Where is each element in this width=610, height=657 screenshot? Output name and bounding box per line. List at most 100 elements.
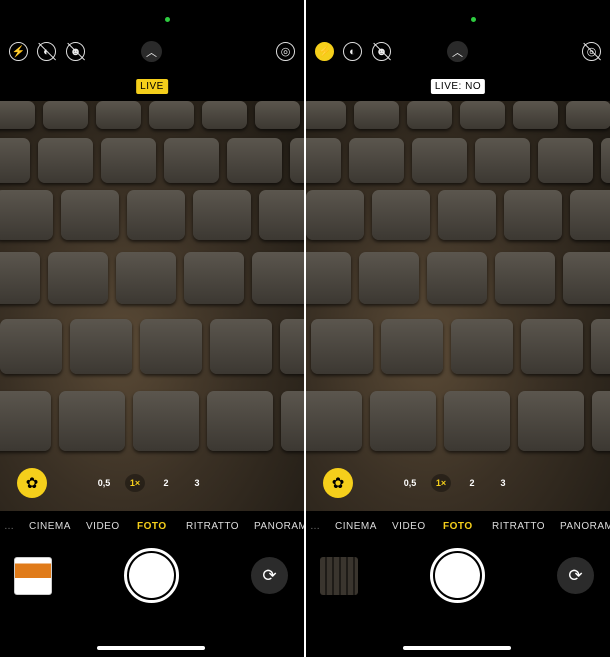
zoom-1x[interactable]: 1× bbox=[431, 474, 451, 492]
keyboard-key bbox=[349, 138, 404, 183]
mode-cinema[interactable]: CINEMA bbox=[29, 521, 71, 532]
keyboard-key bbox=[184, 252, 244, 304]
keyboard-key bbox=[101, 138, 156, 183]
mode-foto[interactable]: FOTO bbox=[137, 521, 167, 532]
mode-ritratto[interactable]: RITRATTO bbox=[186, 521, 239, 532]
keyboard-key bbox=[306, 252, 351, 304]
night-mode-off-icon[interactable]: ◐ bbox=[37, 42, 56, 61]
keyboard-key bbox=[133, 391, 199, 451]
keyboard-key bbox=[566, 101, 610, 129]
mode-ritratto[interactable]: RITRATTO bbox=[492, 521, 545, 532]
keyboard-key bbox=[290, 138, 304, 183]
home-indicator[interactable] bbox=[403, 646, 511, 650]
keyboard-key bbox=[61, 190, 119, 240]
keyboard-key bbox=[259, 190, 304, 240]
keyboard-key bbox=[116, 252, 176, 304]
keyboard-key bbox=[438, 190, 496, 240]
keyboard-key bbox=[202, 101, 247, 129]
keyboard-key bbox=[96, 101, 141, 129]
keyboard-key bbox=[591, 319, 610, 374]
keyboard-key bbox=[255, 101, 300, 129]
keyboard-key bbox=[0, 252, 40, 304]
zoom-0-5[interactable]: 0,5 bbox=[94, 474, 114, 492]
camera-in-use-indicator bbox=[165, 17, 170, 22]
keyboard-key bbox=[164, 138, 219, 183]
keyboard-key bbox=[193, 190, 251, 240]
mode-panoramica[interactable]: PANORAMICA bbox=[254, 521, 304, 532]
keyboard-key bbox=[518, 391, 584, 451]
mode-video[interactable]: VIDEO bbox=[392, 521, 426, 532]
keyboard-key bbox=[359, 252, 419, 304]
night-mode-icon[interactable]: ◐ bbox=[343, 42, 362, 61]
switch-camera-icon[interactable]: ⟳ bbox=[251, 557, 288, 594]
viewfinder[interactable] bbox=[0, 101, 304, 511]
keyboard-key bbox=[149, 101, 194, 129]
zoom-3x[interactable]: 3 bbox=[187, 474, 207, 492]
mode-prev[interactable]: … bbox=[310, 521, 321, 532]
mode-prev[interactable]: … bbox=[4, 521, 15, 532]
mode-selector[interactable]: … CINEMA VIDEO FOTO RITRATTO PANORAMICA bbox=[0, 521, 304, 535]
keyboard-key bbox=[280, 319, 304, 374]
switch-camera-icon[interactable]: ⟳ bbox=[557, 557, 594, 594]
keyboard-key bbox=[70, 319, 132, 374]
keyboard-key bbox=[372, 190, 430, 240]
keyboard-key bbox=[210, 319, 272, 374]
last-photo-thumbnail[interactable] bbox=[320, 557, 358, 595]
mode-panoramica[interactable]: PANORAMICA bbox=[560, 521, 610, 532]
flash-icon[interactable]: ⚡ bbox=[9, 42, 28, 61]
keyboard-key bbox=[412, 138, 467, 183]
keyboard-key bbox=[227, 138, 282, 183]
home-indicator[interactable] bbox=[97, 646, 205, 650]
keyboard-key bbox=[306, 138, 341, 183]
keyboard-key bbox=[38, 138, 93, 183]
keyboard-key bbox=[381, 319, 443, 374]
live-badge: LIVE: NO bbox=[430, 79, 486, 94]
keyboard-key bbox=[252, 252, 304, 304]
live-badge: LIVE bbox=[136, 79, 168, 94]
camera-screen-live-off: ⚡ ◐ ☻ ︿ ◎ LIVE: NO ✿ 0,5 1× 2 3 … CINEMA… bbox=[306, 0, 610, 657]
keyboard-key bbox=[504, 190, 562, 240]
keyboard-key bbox=[475, 138, 530, 183]
keyboard-key bbox=[570, 190, 610, 240]
keyboard-key bbox=[127, 190, 185, 240]
macro-flower-icon[interactable]: ✿ bbox=[323, 468, 353, 498]
shutter-button[interactable] bbox=[124, 548, 179, 603]
zoom-1x[interactable]: 1× bbox=[125, 474, 145, 492]
keyboard-key bbox=[0, 101, 35, 129]
mode-video[interactable]: VIDEO bbox=[86, 521, 120, 532]
chevron-up-icon[interactable]: ︿ bbox=[141, 41, 162, 62]
live-photo-icon[interactable]: ◎ bbox=[276, 42, 295, 61]
mode-cinema[interactable]: CINEMA bbox=[335, 521, 377, 532]
zoom-2x[interactable]: 2 bbox=[462, 474, 482, 492]
mode-selector[interactable]: … CINEMA VIDEO FOTO RITRATTO PANORAMICA bbox=[306, 521, 610, 535]
keyboard-key bbox=[592, 391, 610, 451]
live-photo-off-icon[interactable]: ◎ bbox=[582, 42, 601, 61]
keyboard-key bbox=[0, 391, 51, 451]
camera-screen-live-on: ⚡ ◐ ☻ ︿ ◎ LIVE ✿ 0,5 1× 2 3 … CINEMA VID… bbox=[0, 0, 304, 657]
keyboard-key bbox=[281, 391, 304, 451]
shared-library-off-icon[interactable]: ☻ bbox=[66, 42, 85, 61]
keyboard-key bbox=[563, 252, 610, 304]
camera-in-use-indicator bbox=[471, 17, 476, 22]
last-photo-thumbnail[interactable] bbox=[14, 557, 52, 595]
keyboard-key bbox=[306, 391, 362, 451]
chevron-up-icon[interactable]: ︿ bbox=[447, 41, 468, 62]
viewfinder[interactable] bbox=[306, 101, 610, 511]
keyboard-key bbox=[59, 391, 125, 451]
keyboard-key bbox=[601, 138, 610, 183]
macro-flower-icon[interactable]: ✿ bbox=[17, 468, 47, 498]
mode-foto[interactable]: FOTO bbox=[443, 521, 473, 532]
keyboard-key bbox=[495, 252, 555, 304]
keyboard-key bbox=[513, 101, 558, 129]
keyboard-key bbox=[43, 101, 88, 129]
flash-on-icon[interactable]: ⚡ bbox=[315, 42, 334, 61]
keyboard-key bbox=[0, 190, 53, 240]
shared-library-off-icon[interactable]: ☻ bbox=[372, 42, 391, 61]
zoom-0-5[interactable]: 0,5 bbox=[400, 474, 420, 492]
zoom-3x[interactable]: 3 bbox=[493, 474, 513, 492]
keyboard-key bbox=[306, 190, 364, 240]
shutter-button[interactable] bbox=[430, 548, 485, 603]
keyboard-key bbox=[354, 101, 399, 129]
zoom-2x[interactable]: 2 bbox=[156, 474, 176, 492]
keyboard-key bbox=[0, 138, 30, 183]
